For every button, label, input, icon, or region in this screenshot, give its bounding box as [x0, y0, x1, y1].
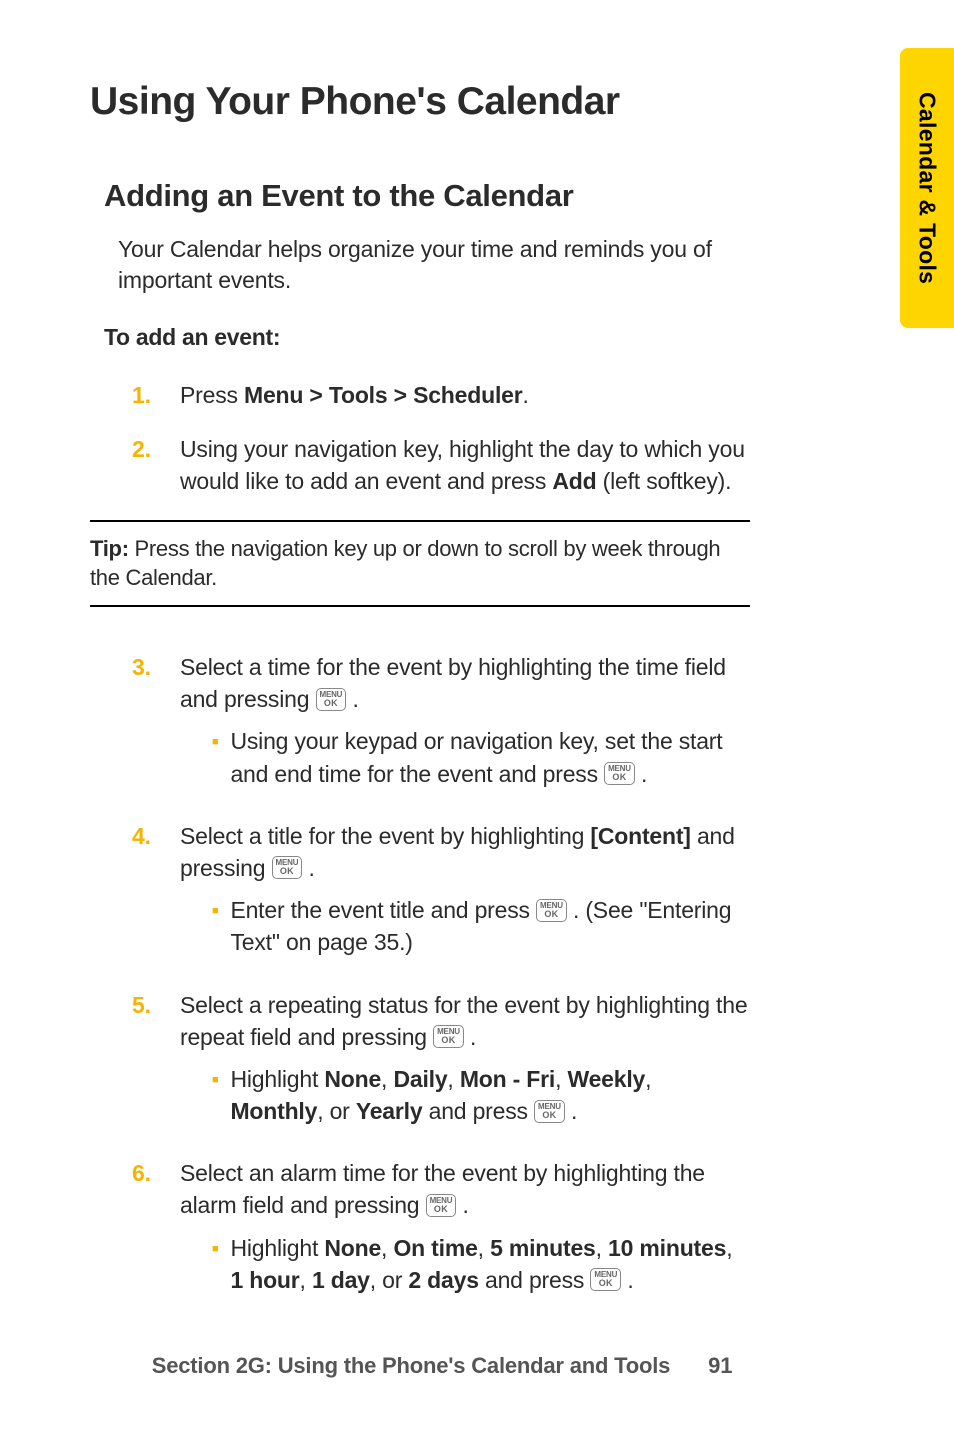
- step-6: 6. Select an alarm time for the event by…: [132, 1157, 750, 1304]
- menu-ok-icon: MENUOK: [604, 762, 635, 785]
- tip-text: Press the navigation key up or down to s…: [90, 536, 720, 591]
- tip-label: Tip:: [90, 536, 129, 561]
- step-body: Select a repeating status for the event …: [180, 989, 750, 1136]
- section-intro: Your Calendar helps organize your time a…: [118, 234, 750, 296]
- sub-bullets: Highlight None, On time, 5 minutes, 10 m…: [212, 1232, 750, 1296]
- sub-bullets: Using your keypad or navigation key, set…: [212, 725, 750, 789]
- side-tab-label: Calendar & Tools: [914, 92, 941, 284]
- step-body: Select a title for the event by highligh…: [180, 820, 750, 967]
- page-content: Using Your Phone's Calendar Adding an Ev…: [0, 0, 830, 1304]
- step-3: 3. Select a time for the event by highli…: [132, 651, 750, 798]
- menu-ok-icon: MENUOK: [534, 1100, 565, 1123]
- step-body: Select an alarm time for the event by hi…: [180, 1157, 750, 1304]
- sub-bullets: Enter the event title and press MENUOK .…: [212, 894, 750, 958]
- menu-ok-icon: MENUOK: [433, 1025, 464, 1048]
- section-heading: Adding an Event to the Calendar: [104, 178, 750, 214]
- step-number: 4.: [132, 820, 180, 967]
- step-1: 1. Press Menu > Tools > Scheduler.: [132, 379, 750, 411]
- step-5: 5. Select a repeating status for the eve…: [132, 989, 750, 1136]
- menu-ok-icon: MENUOK: [426, 1194, 457, 1217]
- list-item: Highlight None, On time, 5 minutes, 10 m…: [212, 1232, 750, 1296]
- step-number: 6.: [132, 1157, 180, 1304]
- list-item: Highlight None, Daily, Mon - Fri, Weekly…: [212, 1063, 750, 1127]
- steps-list-1: 1. Press Menu > Tools > Scheduler. 2. Us…: [132, 379, 750, 498]
- menu-ok-icon: MENUOK: [316, 688, 347, 711]
- menu-ok-icon: MENUOK: [536, 899, 567, 922]
- page-footer: Section 2G: Using the Phone's Calendar a…: [0, 1353, 954, 1379]
- step-body: Press Menu > Tools > Scheduler.: [180, 379, 750, 411]
- menu-ok-icon: MENUOK: [590, 1268, 621, 1291]
- step-4: 4. Select a title for the event by highl…: [132, 820, 750, 967]
- menu-ok-icon: MENUOK: [272, 856, 303, 879]
- step-number: 2.: [132, 433, 180, 497]
- sub-bullets: Highlight None, Daily, Mon - Fri, Weekly…: [212, 1063, 750, 1127]
- step-number: 3.: [132, 651, 180, 798]
- steps-list-2: 3. Select a time for the event by highli…: [132, 651, 750, 1304]
- list-item: Using your keypad or navigation key, set…: [212, 725, 750, 789]
- step-2: 2. Using your navigation key, highlight …: [132, 433, 750, 497]
- page-number: 91: [708, 1353, 802, 1379]
- list-item: Enter the event title and press MENUOK .…: [212, 894, 750, 958]
- step-body: Using your navigation key, highlight the…: [180, 433, 750, 497]
- tip-block: Tip: Press the navigation key up or down…: [90, 520, 750, 607]
- footer-section: Section 2G: Using the Phone's Calendar a…: [152, 1353, 670, 1379]
- side-tab: Calendar & Tools: [900, 48, 954, 328]
- step-number: 5.: [132, 989, 180, 1136]
- section-subhead: To add an event:: [104, 324, 750, 351]
- page-title: Using Your Phone's Calendar: [90, 80, 750, 124]
- step-body: Select a time for the event by highlight…: [180, 651, 750, 798]
- step-number: 1.: [132, 379, 180, 411]
